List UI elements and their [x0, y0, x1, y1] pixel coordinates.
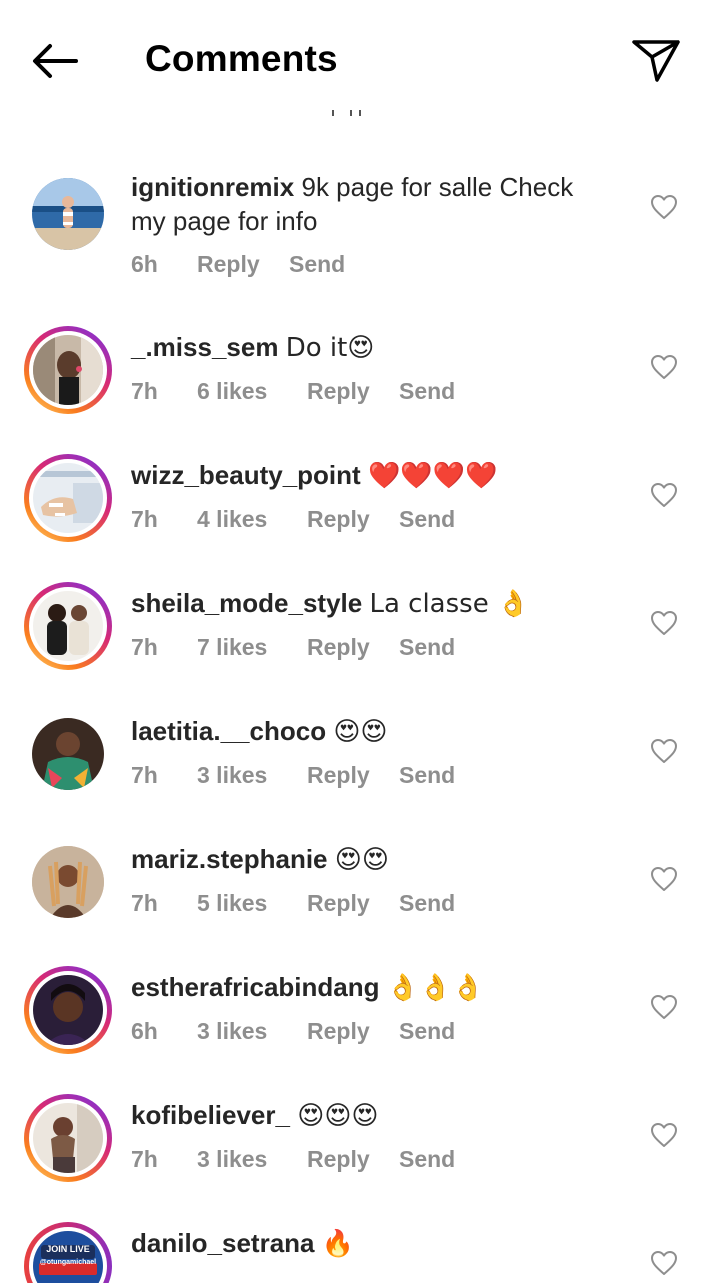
comment-body: 🔥: [321, 1229, 355, 1259]
comment-text: estherafricabindang 👌👌👌: [131, 970, 601, 1005]
comment-time: 7h: [131, 890, 158, 916]
avatar[interactable]: [24, 966, 112, 1054]
send-button[interactable]: Send: [289, 249, 345, 279]
likes-count[interactable]: 7 likes: [197, 632, 267, 662]
comment-body: 😍😍😍: [297, 1101, 379, 1131]
likes-count[interactable]: 3 likes: [197, 1144, 267, 1174]
send-button[interactable]: Send: [399, 1016, 455, 1046]
comment-text: kofibeliever_ 😍😍😍: [131, 1098, 601, 1133]
comment-body: 👌👌👌: [386, 973, 484, 1003]
comment-username[interactable]: wizz_beauty_point: [131, 460, 361, 490]
like-heart-icon[interactable]: [650, 354, 678, 380]
like-heart-icon[interactable]: [650, 738, 678, 764]
avatar-image: [32, 178, 104, 250]
send-button[interactable]: Send: [399, 376, 455, 406]
comment-time: 7h: [131, 634, 158, 660]
avatar-image: [33, 591, 103, 661]
like-heart-icon[interactable]: [650, 482, 678, 508]
comment-text: danilo_setrana 🔥: [131, 1226, 601, 1261]
live-badge-image: [33, 1231, 103, 1283]
comment-body: 😍😍: [334, 845, 389, 875]
likes-count[interactable]: 6 likes: [197, 376, 267, 406]
send-button[interactable]: Send: [399, 888, 455, 918]
avatar[interactable]: [24, 582, 112, 670]
comment-text: laetitia.__choco 😍😍: [131, 714, 601, 749]
comment-time: 7h: [131, 1146, 158, 1172]
comment-body: Do it😍: [285, 333, 375, 363]
send-button[interactable]: Send: [399, 1144, 455, 1174]
avatar[interactable]: [24, 838, 112, 926]
comment-time: 6h: [131, 251, 158, 277]
likes-count[interactable]: 3 likes: [197, 1016, 267, 1046]
header: Comments: [0, 0, 720, 120]
back-arrow-icon: [33, 44, 78, 78]
comment-text: sheila_mode_style La classe 👌: [131, 586, 601, 621]
avatar[interactable]: [24, 326, 112, 414]
comment-body: ❤️❤️❤️❤️: [367, 461, 498, 491]
likes-count[interactable]: 4 likes: [197, 504, 267, 534]
comment-username[interactable]: kofibeliever_: [131, 1100, 290, 1130]
comment-text: _.miss_sem Do it😍: [131, 330, 601, 365]
reply-button[interactable]: Reply: [197, 249, 260, 279]
page-title: Comments: [145, 38, 338, 79]
likes-count[interactable]: 5 likes: [197, 888, 267, 918]
like-heart-icon[interactable]: [650, 994, 678, 1020]
avatar-image: [33, 335, 103, 405]
comment-time: 7h: [131, 762, 158, 788]
comment-username[interactable]: ignitionremix: [131, 172, 294, 202]
like-heart-icon[interactable]: [650, 866, 678, 892]
scrolled-content-fragment: [332, 110, 361, 116]
live-badge-label: JOIN LIVE: [46, 1244, 90, 1254]
reply-button[interactable]: Reply: [307, 1144, 370, 1174]
comment-username[interactable]: danilo_setrana: [131, 1228, 315, 1258]
avatar-image: [33, 975, 103, 1045]
reply-button[interactable]: Reply: [307, 888, 370, 918]
share-button[interactable]: [628, 34, 684, 86]
like-heart-icon[interactable]: [650, 1122, 678, 1148]
comment-body: 😍😍: [333, 717, 388, 747]
like-heart-icon[interactable]: [650, 194, 678, 220]
avatar-image: [33, 1103, 103, 1173]
likes-count[interactable]: 3 likes: [197, 760, 267, 790]
comment-time: 7h: [131, 506, 158, 532]
avatar[interactable]: [24, 170, 112, 258]
comment-time: 6h: [131, 1018, 158, 1044]
avatar[interactable]: [24, 710, 112, 798]
like-heart-icon[interactable]: [650, 1250, 678, 1276]
reply-button[interactable]: Reply: [307, 1016, 370, 1046]
comment-username[interactable]: laetitia.__choco: [131, 716, 326, 746]
send-button[interactable]: Send: [399, 760, 455, 790]
comment-body: La classe 👌: [369, 589, 530, 619]
reply-button[interactable]: Reply: [307, 632, 370, 662]
comment-time: 7h: [131, 378, 158, 404]
avatar-image: [32, 846, 104, 918]
reply-button[interactable]: Reply: [307, 504, 370, 534]
comment-username[interactable]: estherafricabindang: [131, 972, 380, 1002]
comment-username[interactable]: _.miss_sem: [131, 332, 278, 362]
live-badge-handle: @otungamichael: [39, 1259, 97, 1266]
reply-button[interactable]: Reply: [307, 376, 370, 406]
send-button[interactable]: Send: [399, 632, 455, 662]
comment-text: ignitionremix 9k page for salle Check my…: [131, 170, 601, 238]
like-heart-icon[interactable]: [650, 610, 678, 636]
comment-username[interactable]: sheila_mode_style: [131, 588, 362, 618]
avatar[interactable]: [24, 1094, 112, 1182]
comment-text: wizz_beauty_point ❤️❤️❤️❤️: [131, 458, 601, 493]
paper-plane-icon: [632, 40, 680, 82]
comment-text: mariz.stephanie 😍😍: [131, 842, 601, 877]
avatar[interactable]: JOIN LIVE @otungamichael: [24, 1222, 112, 1283]
avatar-image: [33, 463, 103, 533]
avatar[interactable]: [24, 454, 112, 542]
comment-username[interactable]: mariz.stephanie: [131, 844, 328, 874]
comment-row: JOIN LIVE @otungamichael danilo_setrana …: [0, 1222, 720, 1283]
send-button[interactable]: Send: [399, 504, 455, 534]
avatar-image: [32, 718, 104, 790]
back-button[interactable]: [26, 36, 86, 86]
reply-button[interactable]: Reply: [307, 760, 370, 790]
